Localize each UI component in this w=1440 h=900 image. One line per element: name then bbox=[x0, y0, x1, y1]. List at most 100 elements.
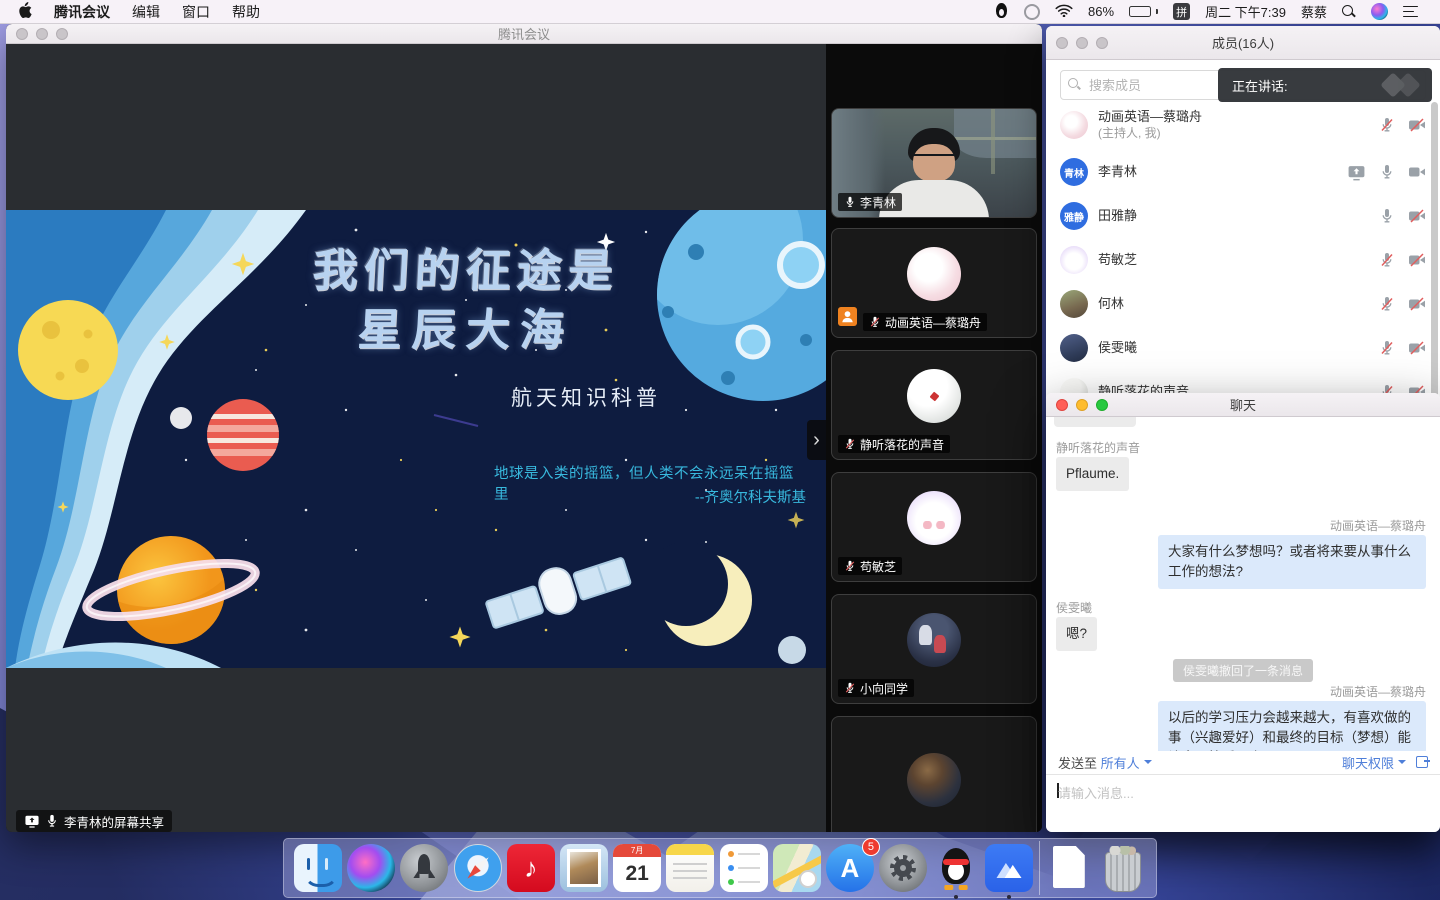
mic-muted-icon[interactable] bbox=[1379, 117, 1395, 133]
close-button[interactable] bbox=[1056, 37, 1068, 49]
send-to-selector[interactable]: 所有人 bbox=[1101, 753, 1152, 772]
screen-share-icon[interactable] bbox=[1347, 164, 1366, 181]
mic-muted-icon bbox=[844, 438, 856, 450]
apple-menu-icon[interactable] bbox=[18, 2, 32, 22]
scrollbar[interactable] bbox=[1431, 102, 1438, 414]
member-name: 李青林 bbox=[1098, 164, 1137, 180]
camera-off-icon[interactable] bbox=[1408, 340, 1426, 356]
member-row[interactable]: 侯雯曦 bbox=[1046, 326, 1440, 370]
meeting-window: 腾讯会议 bbox=[6, 24, 1042, 832]
minimize-button[interactable] bbox=[1076, 37, 1088, 49]
menu-help[interactable]: 帮助 bbox=[232, 2, 260, 22]
dock-appstore-icon[interactable]: 5 bbox=[826, 844, 874, 892]
host-badge-icon bbox=[838, 307, 857, 331]
chat-sender: 侯雯曦 bbox=[1056, 599, 1092, 616]
battery-icon[interactable] bbox=[1129, 6, 1158, 17]
meeting-titlebar: 腾讯会议 bbox=[6, 24, 1042, 44]
dock-mail-icon[interactable] bbox=[560, 844, 608, 892]
member-row[interactable]: 苟敏芝 bbox=[1046, 238, 1440, 282]
chevron-down-icon bbox=[1144, 760, 1152, 768]
menu-app-name[interactable]: 腾讯会议 bbox=[54, 2, 110, 22]
chat-input-zone bbox=[1046, 774, 1440, 832]
minimize-button[interactable] bbox=[36, 28, 48, 40]
dock-reminders-icon[interactable] bbox=[720, 844, 768, 892]
chat-title: 聊天 bbox=[1230, 395, 1256, 414]
chat-permission-selector[interactable]: 聊天权限 bbox=[1342, 753, 1406, 772]
thumb-name: 小向同学 bbox=[860, 680, 908, 697]
screen-share-icon bbox=[24, 814, 40, 828]
chat-window: 聊天 静听落花的声音 Pflaume. 动画英语—蔡璐舟 大家有什么梦想吗？或者… bbox=[1046, 393, 1440, 832]
next-slide-button[interactable]: › bbox=[807, 420, 826, 460]
thumb-name: 苟敏芝 bbox=[860, 558, 896, 575]
popout-chat-icon[interactable] bbox=[1416, 756, 1428, 768]
thumb-name: 静听落花的声音 bbox=[860, 436, 944, 453]
minimize-button[interactable] bbox=[1076, 399, 1088, 411]
avatar: 雅静 bbox=[1060, 202, 1088, 230]
chat-message-list: 静听落花的声音 Pflaume. 动画英语—蔡璐舟 大家有什么梦想吗？或者将来要… bbox=[1046, 417, 1440, 751]
dock-qq-icon[interactable] bbox=[932, 844, 980, 892]
close-button[interactable] bbox=[1056, 399, 1068, 411]
chat-input[interactable] bbox=[1046, 775, 1440, 832]
mic-icon[interactable] bbox=[1379, 164, 1395, 180]
mic-muted-icon bbox=[844, 560, 856, 572]
close-button[interactable] bbox=[16, 28, 28, 40]
video-thumb-partial[interactable] bbox=[831, 716, 1037, 832]
dock-safari-icon[interactable] bbox=[454, 844, 502, 892]
qq-status-icon[interactable] bbox=[994, 3, 1009, 20]
member-role: (主持人, 我) bbox=[1098, 125, 1202, 141]
dock-tencent-meeting-icon[interactable] bbox=[985, 844, 1033, 892]
mic-muted-icon[interactable] bbox=[1379, 252, 1395, 268]
member-row[interactable]: 何林 bbox=[1046, 282, 1440, 326]
gear-icon bbox=[890, 855, 916, 881]
mic-icon bbox=[45, 814, 59, 828]
camera-icon[interactable] bbox=[1408, 164, 1426, 180]
dock-documents-icon[interactable] bbox=[1045, 844, 1093, 892]
notification-badge: 5 bbox=[862, 838, 880, 856]
input-method-icon[interactable]: 拼 bbox=[1173, 3, 1190, 20]
menu-username[interactable]: 蔡蔡 bbox=[1301, 2, 1327, 21]
adobe-cc-status-icon[interactable] bbox=[1024, 4, 1040, 20]
video-thumb-gouminzhi[interactable]: 苟敏芝 bbox=[831, 472, 1037, 582]
menu-edit[interactable]: 编辑 bbox=[132, 2, 160, 22]
dock-launchpad-icon[interactable] bbox=[400, 844, 448, 892]
member-name: 苟敏芝 bbox=[1098, 252, 1137, 268]
send-to-label: 发送至 bbox=[1058, 753, 1097, 772]
mic-muted-icon[interactable] bbox=[1379, 340, 1395, 356]
camera-off-icon[interactable] bbox=[1408, 296, 1426, 312]
dock-maps-icon[interactable] bbox=[773, 844, 821, 892]
spotlight-search-icon[interactable] bbox=[1342, 5, 1356, 19]
dock-finder-icon[interactable] bbox=[294, 844, 342, 892]
member-row[interactable]: 青林 李青林 bbox=[1046, 150, 1440, 194]
mic-icon[interactable] bbox=[1379, 208, 1395, 224]
video-thumb-host[interactable]: 动画英语—蔡璐舟 bbox=[831, 228, 1037, 338]
video-strip: 李青林 动画英语—蔡璐舟 静听落花的声音 bbox=[826, 44, 1042, 832]
zoom-button[interactable] bbox=[1096, 399, 1108, 411]
video-thumb-liqinglin[interactable]: 李青林 bbox=[831, 108, 1037, 218]
chat-toolbar: 发送至 所有人 聊天权限 bbox=[1046, 751, 1440, 773]
camera-off-icon[interactable] bbox=[1408, 117, 1426, 133]
chat-titlebar: 聊天 bbox=[1046, 393, 1440, 417]
dock-calendar-icon[interactable]: 7月 21 bbox=[613, 844, 661, 892]
mic-muted-icon[interactable] bbox=[1379, 296, 1395, 312]
wifi-icon[interactable] bbox=[1055, 4, 1073, 20]
siri-icon[interactable] bbox=[1371, 3, 1388, 20]
member-row[interactable]: 动画英语—蔡璐舟 (主持人, 我) bbox=[1046, 100, 1440, 150]
dock-trash-icon[interactable] bbox=[1098, 844, 1146, 892]
member-row[interactable]: 雅静 田雅静 bbox=[1046, 194, 1440, 238]
video-thumb-jingting[interactable]: 静听落花的声音 bbox=[831, 350, 1037, 460]
dock-siri-icon[interactable] bbox=[347, 844, 395, 892]
menu-clock[interactable]: 周二 下午7:39 bbox=[1205, 2, 1286, 21]
slide-title-line2: 星辰大海 bbox=[299, 294, 632, 358]
dock-notes-icon[interactable] bbox=[666, 844, 714, 892]
camera-off-icon[interactable] bbox=[1408, 208, 1426, 224]
camera-off-icon[interactable] bbox=[1408, 252, 1426, 268]
dock-netease-music-icon[interactable] bbox=[507, 844, 555, 892]
zoom-button[interactable] bbox=[56, 28, 68, 40]
video-thumb-xiaoxiang[interactable]: 小向同学 bbox=[831, 594, 1037, 704]
slide-title-line1: 我们的征途是 bbox=[299, 234, 632, 299]
menu-window[interactable]: 窗口 bbox=[182, 2, 210, 22]
notification-center-icon[interactable] bbox=[1403, 6, 1418, 18]
zoom-button[interactable] bbox=[1096, 37, 1108, 49]
dock-system-preferences-icon[interactable] bbox=[879, 844, 927, 892]
chat-sender: 静听落花的声音 bbox=[1056, 439, 1140, 456]
